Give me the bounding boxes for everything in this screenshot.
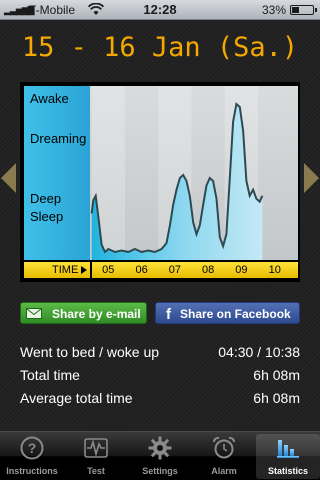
tab-label-statistics: Statistics xyxy=(267,466,309,476)
y-label-dreaming: Dreaming xyxy=(30,131,87,146)
tab-label-test: Test xyxy=(87,466,105,476)
tab-label-alarm: Alarm xyxy=(211,466,237,476)
stat-label-average: Average total time xyxy=(20,390,133,406)
stat-row-average: Average total time 6h 08m xyxy=(20,390,300,410)
tab-instructions[interactable]: ? Instructions xyxy=(0,432,64,480)
svg-text:?: ? xyxy=(28,440,37,456)
waveform-icon xyxy=(84,438,108,458)
time-axis-divider xyxy=(90,262,92,278)
tab-settings[interactable]: Settings xyxy=(128,432,192,480)
hour-tick-label: 09 xyxy=(235,264,248,276)
alarm-clock-icon xyxy=(213,436,235,459)
time-axis-label: TIME xyxy=(52,264,79,276)
question-icon: ? xyxy=(20,436,44,460)
gear-icon xyxy=(148,436,172,460)
stat-label-bed-wake: Went to bed / woke up xyxy=(20,344,160,360)
time-axis: TIME 05 06 07 08 09 10 xyxy=(24,262,298,278)
stat-value-bed-wake: 04:30 / 10:38 xyxy=(218,344,300,360)
y-label-deep: Deep xyxy=(30,191,62,206)
next-night-button[interactable] xyxy=(303,163,319,193)
tab-statistics[interactable]: Statistics xyxy=(256,434,320,479)
svg-text:f: f xyxy=(166,306,172,321)
chart-y-axis-panel: Awake Dreaming Deep Sleep xyxy=(24,86,90,260)
tab-alarm[interactable]: Alarm xyxy=(192,432,256,480)
tab-bar: ? Instructions Test Settings Alarm Stati… xyxy=(0,431,320,480)
stat-label-total: Total time xyxy=(20,367,80,383)
hour-tick-label: 07 xyxy=(168,264,181,276)
battery-icon xyxy=(290,5,317,15)
chevron-right-icon xyxy=(304,163,319,193)
tab-label-settings: Settings xyxy=(142,466,178,476)
hour-tick-label: 06 xyxy=(135,264,148,276)
hour-tick-label: 05 xyxy=(102,264,115,276)
stat-row-total: Total time 6h 08m xyxy=(20,367,300,387)
chevron-left-icon xyxy=(1,163,16,193)
previous-night-button[interactable] xyxy=(1,163,17,193)
time-arrow-icon xyxy=(81,266,87,274)
stat-row-bed-wake: Went to bed / woke up 04:30 / 10:38 xyxy=(20,344,300,364)
battery-percent: 33% xyxy=(261,3,286,17)
status-bar: ▂▃▅▆▇ T-Mobile 12:28 33% xyxy=(0,0,320,20)
stat-value-total: 6h 08m xyxy=(253,367,300,383)
hour-tick-label: 08 xyxy=(202,264,215,276)
share-email-button[interactable]: Share by e-mail xyxy=(20,302,147,324)
date-range-title: 15 - 16 Jan (Sa.) xyxy=(21,32,299,63)
stat-value-average: 6h 08m xyxy=(253,390,300,406)
chart-plot-area xyxy=(90,86,298,260)
sleep-chart: Awake Dreaming Deep Sleep TIME 05 06 07 … xyxy=(20,82,300,282)
tab-test[interactable]: Test xyxy=(64,432,128,480)
y-label-awake: Awake xyxy=(30,91,69,106)
y-label-sleep: Sleep xyxy=(30,209,64,224)
share-facebook-label: Share on Facebook xyxy=(180,307,291,321)
hour-tick-label: 10 xyxy=(268,264,281,276)
sleep-curve-plot xyxy=(90,86,298,260)
bar-chart-icon xyxy=(277,440,299,458)
envelope-icon xyxy=(26,308,42,319)
share-facebook-button[interactable]: f Share on Facebook xyxy=(155,302,300,324)
tab-label-instructions: Instructions xyxy=(6,466,58,476)
facebook-icon: f xyxy=(166,306,172,321)
share-email-label: Share by e-mail xyxy=(52,307,141,321)
